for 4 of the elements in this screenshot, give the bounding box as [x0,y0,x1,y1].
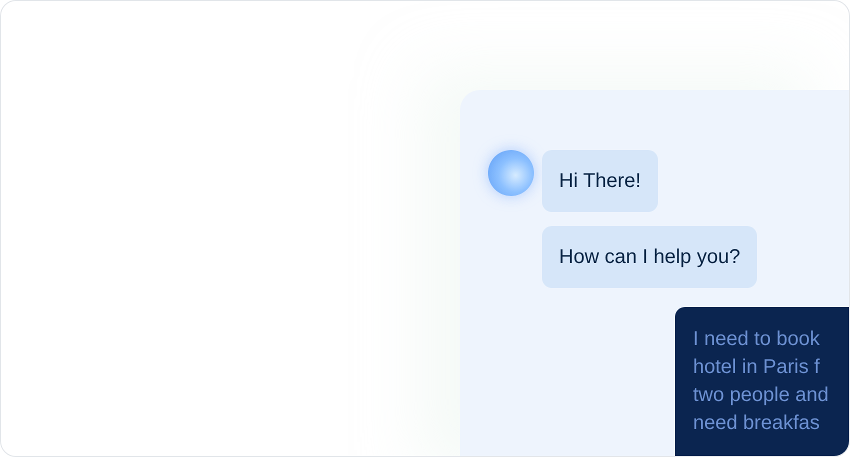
avatar-icon [488,150,534,196]
user-message: I need to book hotel in Paris f two people and need breakfas [675,307,849,456]
bot-message: Hi There! [542,150,658,212]
bot-message: How can I help you? [542,226,758,288]
